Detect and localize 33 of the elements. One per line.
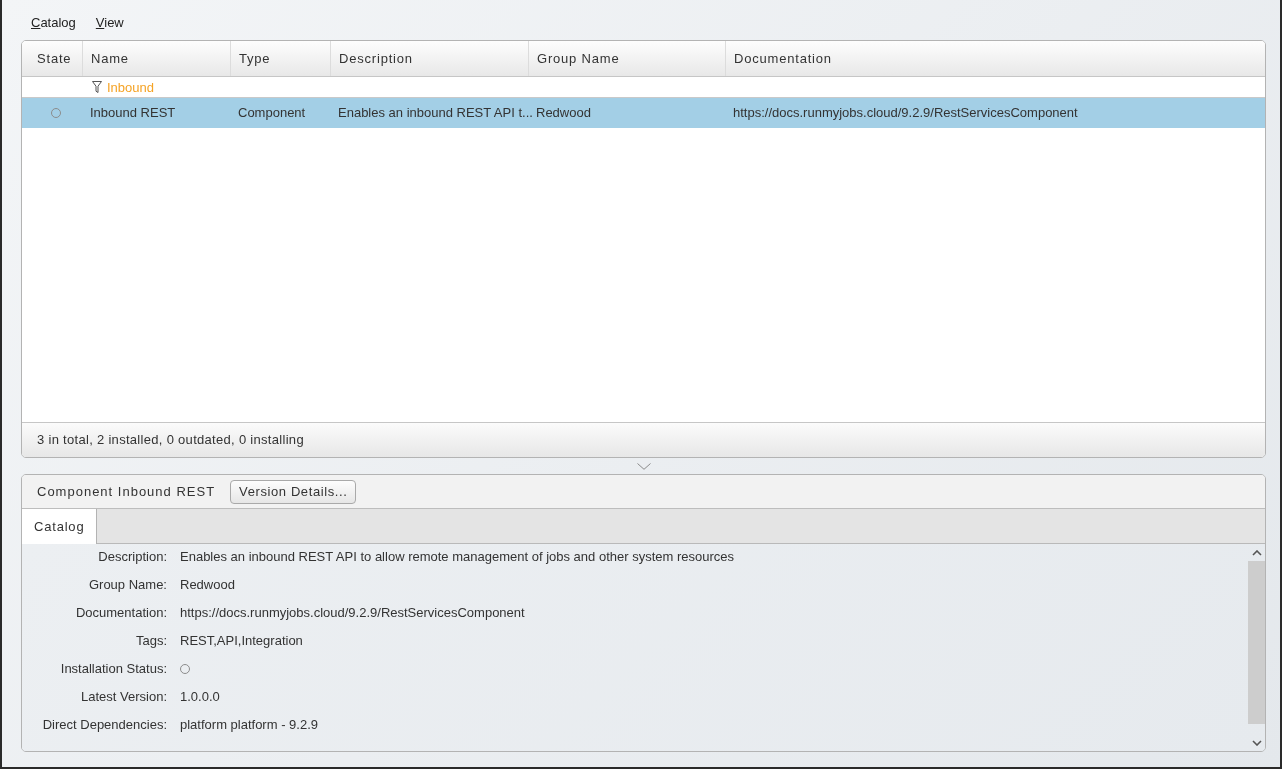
menu-item[interactable]: Catalog <box>31 15 76 40</box>
property-value: 1.0.0.0 <box>180 688 220 706</box>
property-value: REST,API,Integration <box>180 632 303 650</box>
menu-item[interactable]: View <box>95 15 124 40</box>
column-header[interactable]: Group Name <box>528 41 725 76</box>
table-cell-text: Component <box>237 104 307 122</box>
table-cell-text: https://docs.runmyjobs.cloud/9.2.9/RestServicesComponent <box>732 104 1079 122</box>
column-header[interactable]: Type <box>230 41 330 76</box>
column-header[interactable]: Name <box>82 41 230 76</box>
table-row[interactable]: Inbound REST Component Enables an inbound REST API t... Redwood https://docs.runmyjobs.cloud/9.2.9/RestServicesComponent <box>22 98 1265 128</box>
property-label: Documentation: <box>74 604 167 622</box>
caret-up-icon[interactable] <box>1251 549 1262 556</box>
tab[interactable]: Catalog <box>22 509 98 544</box>
property-label: Description: <box>97 548 167 566</box>
property-value: https://docs.runmyjobs.cloud/9.2.9/RestServicesComponent <box>180 604 525 622</box>
status-bar: 3 in total, 2 installed, 0 outdated, 0 installing <box>22 422 1265 457</box>
property-label: Tags: <box>134 632 167 650</box>
property-label: Group Name: <box>87 576 167 594</box>
property-value: platform platform - 9.2.9 <box>180 716 318 734</box>
scrollbar-thumb[interactable] <box>1248 561 1265 724</box>
column-header[interactable]: State <box>22 41 82 76</box>
table-cell-text: Inbound REST <box>89 104 177 122</box>
property-value: Redwood <box>180 576 235 594</box>
property-label: Installation Status: <box>59 660 167 678</box>
column-header[interactable]: Documentation <box>725 41 1265 76</box>
version-details-button[interactable]: Version Details... <box>230 479 357 504</box>
property-label: Latest Version: <box>80 688 167 706</box>
property-value: Enables an inbound REST API to allow remote management of jobs and other system resources <box>180 548 734 566</box>
column-header[interactable]: Description <box>330 41 528 76</box>
filter-icon <box>92 81 102 93</box>
property-label: Direct Dependencies: <box>41 716 167 734</box>
caret-down-icon[interactable] <box>1251 739 1262 746</box>
details-title: Component Inbound REST <box>37 484 216 499</box>
